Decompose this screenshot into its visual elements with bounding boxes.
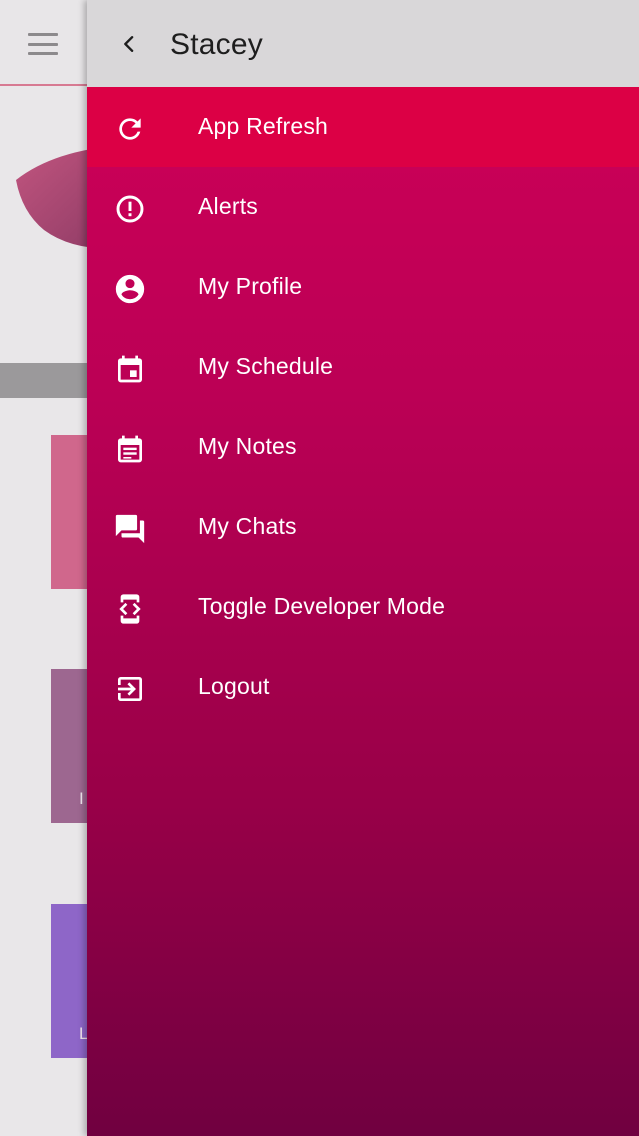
chevron-left-icon bbox=[124, 36, 134, 52]
developer-mode-icon bbox=[112, 591, 148, 627]
calendar-icon bbox=[112, 351, 148, 387]
refresh-icon bbox=[112, 111, 148, 147]
back-button[interactable] bbox=[111, 26, 147, 62]
chat-icon bbox=[112, 511, 148, 547]
drawer-header: Stacey bbox=[87, 0, 639, 87]
alert-circle-icon bbox=[112, 191, 148, 227]
menu-item-my-schedule[interactable]: My Schedule bbox=[87, 327, 639, 407]
navigation-drawer: Stacey App Refresh Alerts My Profile My … bbox=[87, 0, 639, 1136]
menu-item-label: My Notes bbox=[198, 433, 297, 459]
menu-item-label: My Chats bbox=[198, 513, 297, 539]
menu-item-my-profile[interactable]: My Profile bbox=[87, 247, 639, 327]
menu-item-label: Alerts bbox=[198, 193, 258, 219]
menu-item-alerts[interactable]: Alerts bbox=[87, 167, 639, 247]
tile-label: I bbox=[79, 789, 84, 808]
menu-item-label: Logout bbox=[198, 673, 270, 699]
menu-item-label: My Profile bbox=[198, 273, 303, 299]
account-circle-icon bbox=[112, 271, 148, 307]
menu-item-my-notes[interactable]: My Notes bbox=[87, 407, 639, 487]
hamburger-menu-icon[interactable] bbox=[28, 33, 58, 55]
notes-icon bbox=[112, 431, 148, 467]
menu-item-logout[interactable]: Logout bbox=[87, 647, 639, 727]
drawer-menu: App Refresh Alerts My Profile My Schedul… bbox=[87, 87, 639, 727]
menu-item-label: My Schedule bbox=[198, 353, 334, 379]
user-name-title: Stacey bbox=[170, 28, 263, 61]
logout-icon bbox=[112, 671, 148, 707]
menu-item-my-chats[interactable]: My Chats bbox=[87, 487, 639, 567]
menu-item-app-refresh[interactable]: App Refresh bbox=[87, 87, 639, 167]
menu-item-toggle-developer-mode[interactable]: Toggle Developer Mode bbox=[87, 567, 639, 647]
menu-item-label: Toggle Developer Mode bbox=[198, 593, 446, 619]
menu-item-label: App Refresh bbox=[198, 113, 329, 139]
